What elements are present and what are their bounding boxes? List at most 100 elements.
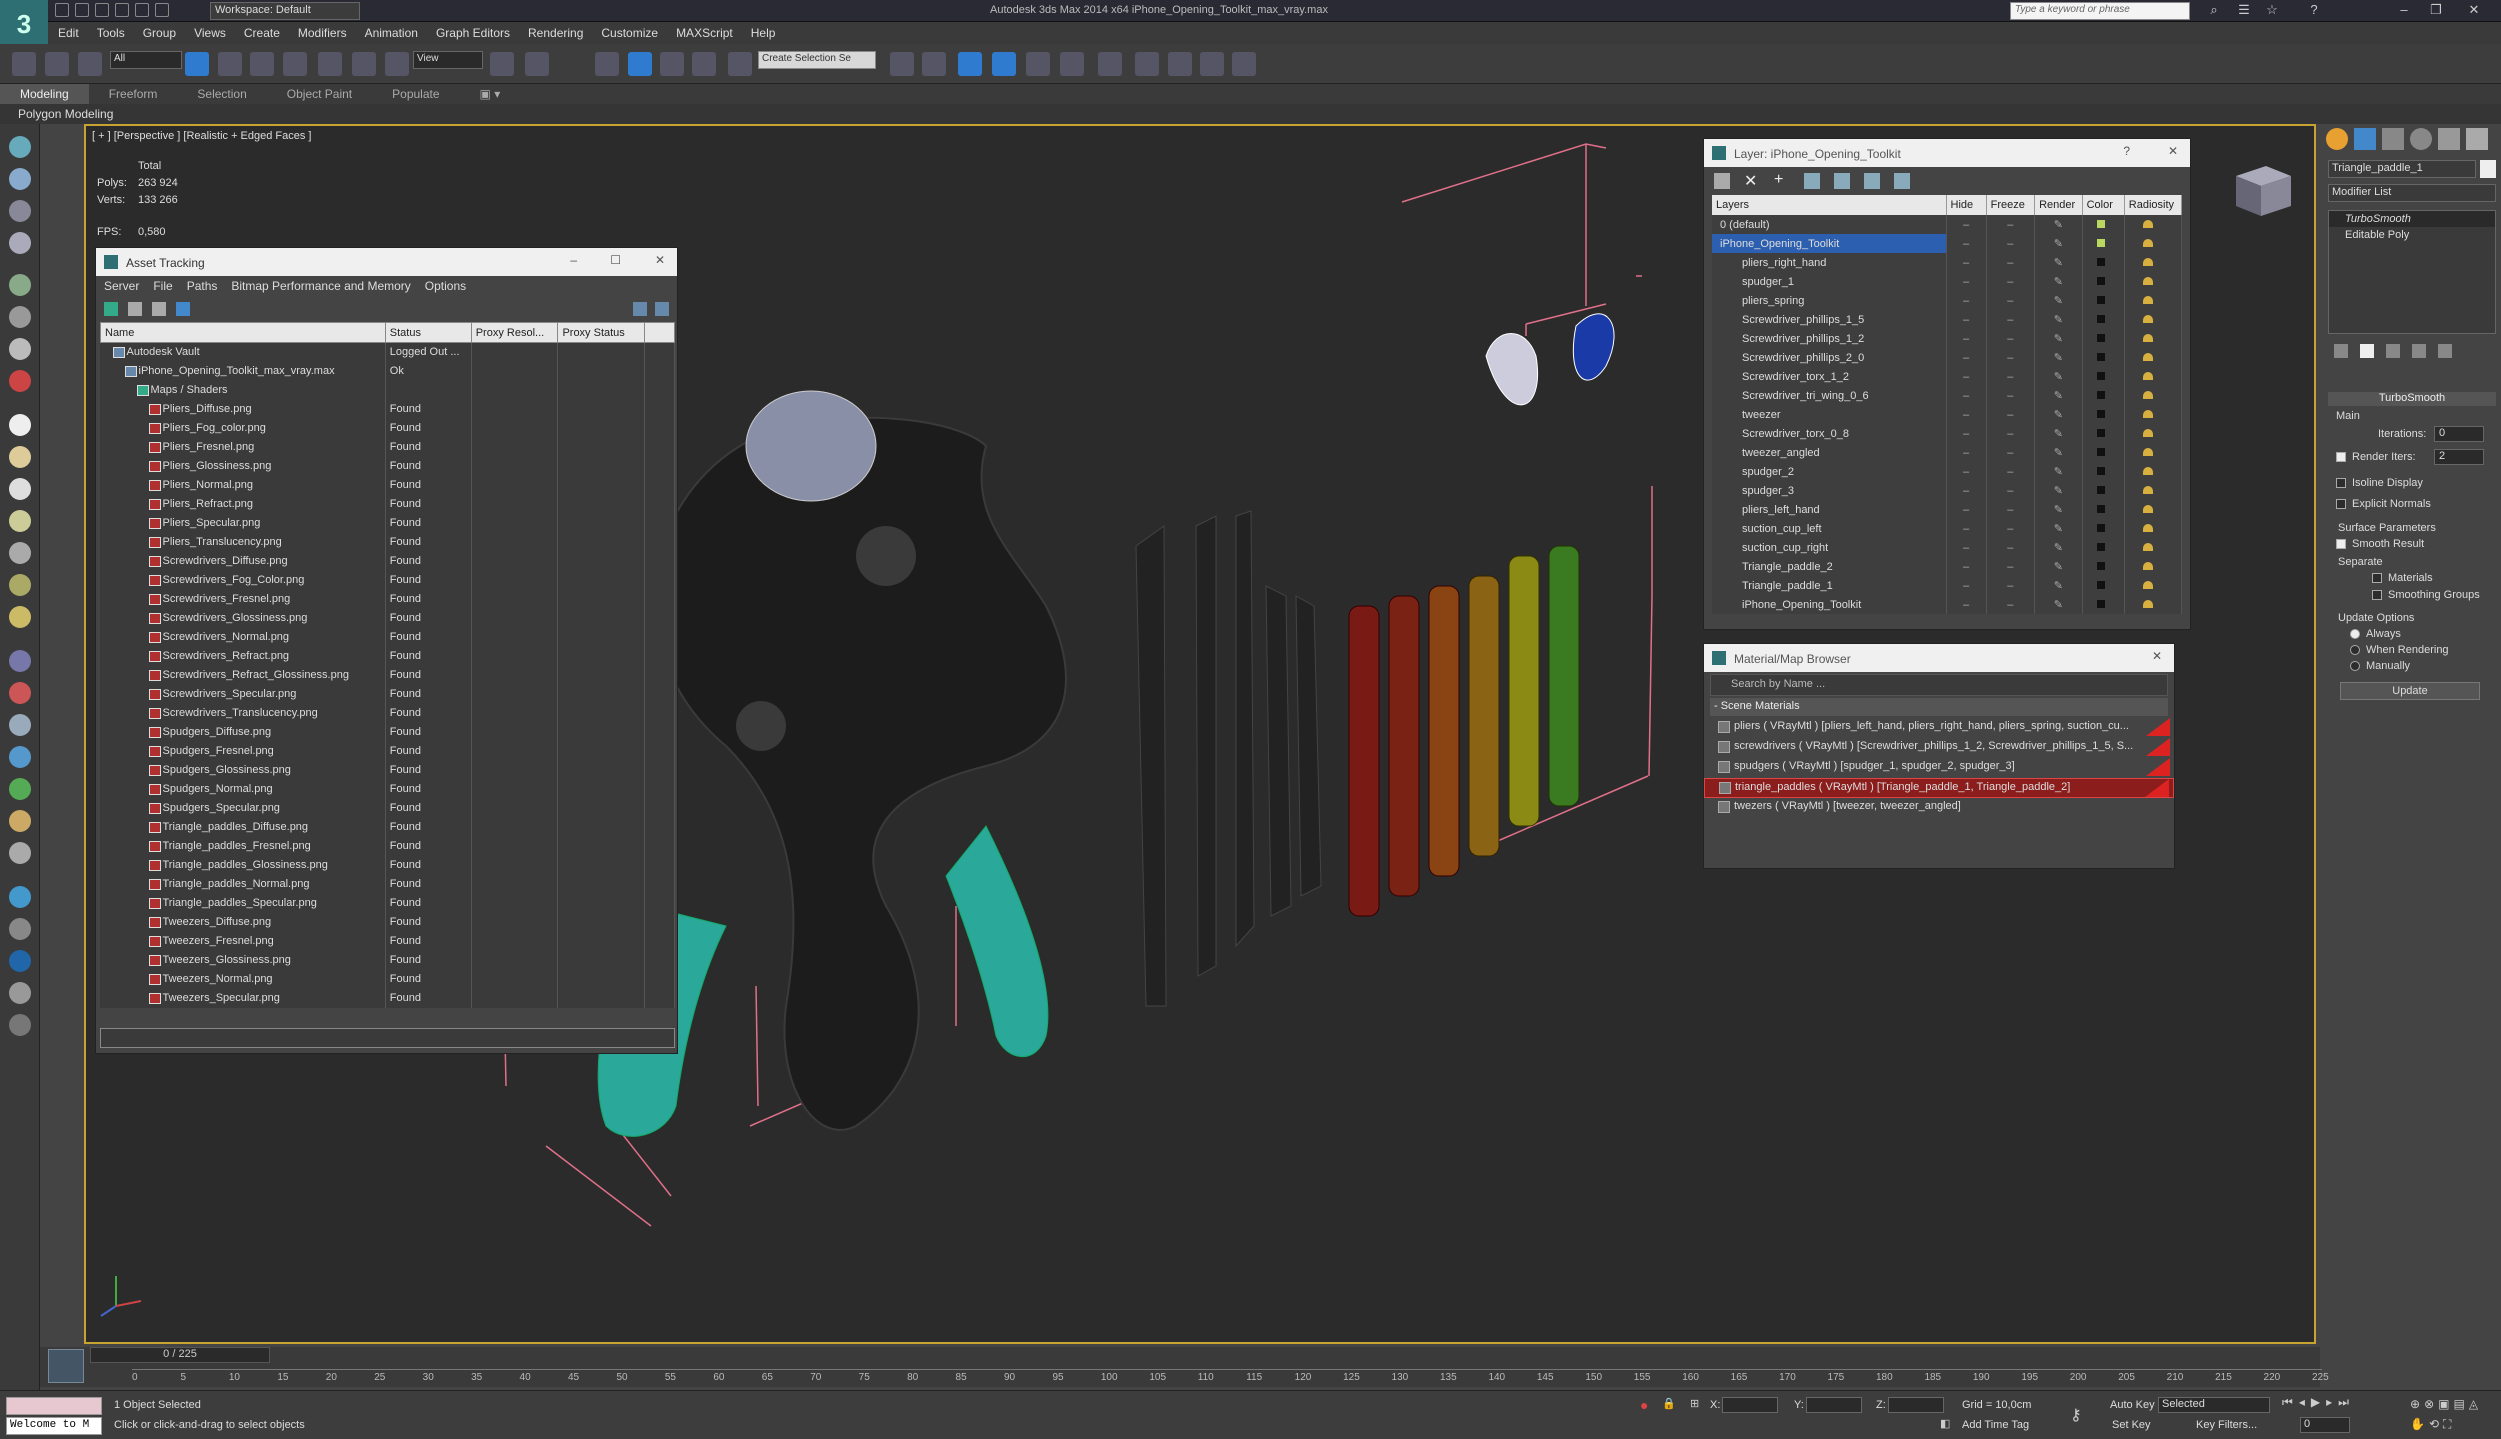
asset-tracking-titlebar[interactable]: Asset Tracking – ☐ ✕ [96, 248, 677, 276]
layer-render-toggle[interactable]: ✎ [2034, 291, 2083, 310]
layer-row[interactable]: Screwdriver_phillips_1_5– – ✎ [1712, 310, 2183, 329]
layer-radiosity-icon[interactable] [2124, 215, 2183, 234]
layer-hide-toggle[interactable]: – [1946, 405, 1987, 424]
layer-color-swatch[interactable] [2082, 576, 2125, 595]
layer-render-toggle[interactable]: ✎ [2034, 329, 2083, 348]
layer-freeze-toggle[interactable]: – [1986, 310, 2036, 329]
layer-radiosity-icon[interactable] [2124, 500, 2183, 519]
material-row[interactable]: screwdrivers ( VRayMtl ) [Screwdriver_ph… [1704, 738, 2174, 758]
menu-bitmap-performance[interactable]: Bitmap Performance and Memory [231, 279, 410, 293]
asset-row[interactable]: Spudgers_Glossiness.png Found [100, 760, 675, 780]
menu-edit[interactable]: Edit [58, 26, 79, 40]
select-object-icon[interactable] [185, 52, 209, 76]
layer-freeze-toggle[interactable]: – [1986, 519, 2036, 538]
layer-render-toggle[interactable]: ✎ [2034, 538, 2083, 557]
material-row[interactable]: triangle_paddles ( VRayMtl ) [Triangle_p… [1704, 778, 2174, 798]
asset-row[interactable]: Spudgers_Fresnel.png Found [100, 741, 675, 761]
lock-selection-icon[interactable]: 🔒 [1662, 1397, 1676, 1410]
layer-radiosity-icon[interactable] [2124, 329, 2183, 348]
torus-icon[interactable] [9, 478, 31, 500]
layer-hide-toggle[interactable]: – [1946, 557, 1987, 576]
layer-render-toggle[interactable]: ✎ [2034, 519, 2083, 538]
layer-color-swatch[interactable] [2082, 500, 2125, 519]
asset-row[interactable]: Screwdrivers_Fog_Color.png Found [100, 570, 675, 590]
zoom-extents-icon[interactable]: ▣ [2438, 1397, 2449, 1413]
table-view-icon[interactable] [152, 302, 166, 316]
layer-radiosity-icon[interactable] [2124, 519, 2183, 538]
menu-file[interactable]: File [153, 279, 172, 293]
col-color[interactable]: Color [2082, 195, 2125, 215]
create-tab-icon[interactable] [2326, 128, 2348, 150]
layer-freeze-toggle[interactable]: – [1986, 424, 2036, 443]
layer-color-swatch[interactable] [2082, 386, 2125, 405]
layer-hide-toggle[interactable]: – [1946, 367, 1987, 386]
manipulate-icon[interactable] [525, 52, 549, 76]
layer-freeze-toggle[interactable]: – [1986, 405, 2036, 424]
menu-group[interactable]: Group [143, 26, 176, 40]
orbit-icon[interactable]: ⟲ [2429, 1417, 2439, 1434]
layer-row[interactable]: tweezer – – ✎ [1712, 405, 2183, 424]
layer-row[interactable]: pliers_left_hand – – ✎ [1712, 500, 2183, 519]
layer-freeze-toggle[interactable]: – [1986, 462, 2036, 481]
layer-radiosity-icon[interactable] [2124, 272, 2183, 291]
col-layers[interactable]: Layers [1712, 195, 1947, 215]
open-file-icon[interactable] [75, 3, 89, 17]
refresh-icon[interactable] [104, 302, 118, 316]
layer-radiosity-icon[interactable] [2124, 386, 2183, 405]
layer-hide-toggle[interactable]: – [1946, 424, 1987, 443]
layer-row[interactable]: Screwdriver_phillips_1_2– – ✎ [1712, 329, 2183, 348]
selection-filter-dropdown[interactable]: All [110, 51, 182, 69]
material-browser-titlebar[interactable]: Material/Map Browser ✕ [1704, 644, 2174, 672]
sun-icon[interactable] [9, 574, 31, 596]
time-slider[interactable]: 0 / 225 [90, 1347, 270, 1363]
col-render[interactable]: Render [2034, 195, 2083, 215]
layer-color-swatch[interactable] [2082, 272, 2125, 291]
asset-row[interactable]: Pliers_Fresnel.png Found [100, 437, 675, 457]
layer-hide-toggle[interactable]: – [1946, 215, 1987, 234]
scene-materials-group[interactable]: - Scene Materials [1710, 698, 2168, 716]
key-mode-dropdown[interactable]: Selected [2158, 1397, 2270, 1413]
zoom-icon[interactable]: ⊕ [2410, 1397, 2420, 1413]
create-layer-icon[interactable] [1714, 173, 1730, 189]
materials-row[interactable]: Materials [2372, 572, 2433, 584]
teapot-icon[interactable] [9, 136, 31, 158]
layer-row[interactable]: spudger_2– – ✎ [1712, 462, 2183, 481]
layer-freeze-toggle[interactable]: – [1986, 291, 2036, 310]
layer-render-toggle[interactable]: ✎ [2034, 405, 2083, 424]
edit-named-selection-icon[interactable] [728, 52, 752, 76]
align-icon[interactable] [922, 52, 946, 76]
explicit-normals-checkbox[interactable] [2336, 499, 2346, 510]
z-coord-input[interactable] [1888, 1397, 1944, 1413]
layer-hide-toggle[interactable]: – [1946, 481, 1987, 500]
material-row[interactable]: pliers ( VRayMtl ) [pliers_left_hand, pl… [1704, 718, 2174, 738]
play-icon[interactable]: ▶ [2311, 1395, 2320, 1413]
render-production-icon[interactable] [1200, 52, 1224, 76]
layer-radiosity-icon[interactable] [2124, 481, 2183, 500]
col-freeze[interactable]: Freeze [1986, 195, 2036, 215]
previous-frame-icon[interactable]: ◂ [2299, 1395, 2305, 1413]
layer-hide-toggle[interactable]: – [1946, 595, 1987, 614]
layer-color-swatch[interactable] [2082, 557, 2125, 576]
smooth-result-checkbox[interactable] [2336, 539, 2346, 550]
isolate-icon[interactable]: ● [1640, 1397, 1648, 1413]
key-filters-button[interactable]: Key Filters... [2196, 1419, 2257, 1431]
viewport-label[interactable]: [ + ] [Perspective ] [Realistic + Edged … [92, 130, 312, 142]
layer-render-toggle[interactable]: ✎ [2034, 481, 2083, 500]
layer-color-swatch[interactable] [2082, 424, 2125, 443]
layer-radiosity-icon[interactable] [2124, 253, 2183, 272]
menu-rendering[interactable]: Rendering [528, 26, 583, 40]
subscription-icon[interactable]: ☰ [2230, 2, 2258, 18]
redo-icon[interactable] [135, 3, 149, 17]
link-icon[interactable] [12, 52, 36, 76]
layer-hide-toggle[interactable]: – [1946, 234, 1987, 253]
layer-render-toggle[interactable]: ✎ [2034, 272, 2083, 291]
new-file-icon[interactable] [55, 3, 69, 17]
render-iters-spinner[interactable]: 2 [2434, 449, 2484, 465]
layer-hide-toggle[interactable]: – [1946, 500, 1987, 519]
menu-help[interactable]: Help [751, 26, 776, 40]
favorites-star-icon[interactable]: ☆ [2258, 2, 2286, 18]
asset-row[interactable]: Maps / Shaders [100, 380, 675, 400]
layer-render-toggle[interactable]: ✎ [2034, 576, 2083, 595]
asset-row[interactable]: iPhone_Opening_Toolkit_max_vray.max Ok [100, 361, 675, 381]
layer-freeze-toggle[interactable]: – [1986, 538, 2036, 557]
